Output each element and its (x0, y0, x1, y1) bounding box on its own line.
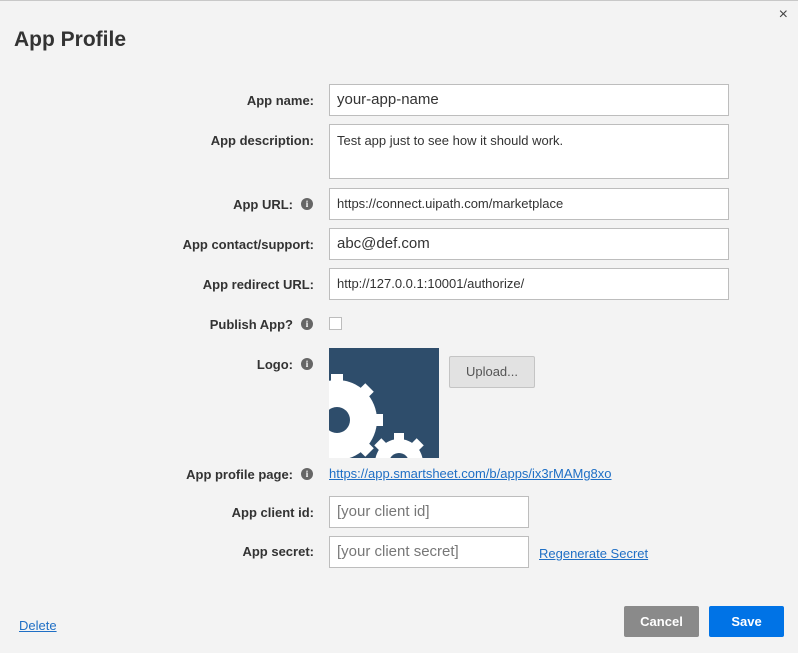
app-redirect-url-input[interactable]: http://127.0.0.1:10001/authorize/ (329, 268, 729, 300)
app-profile-page-link[interactable]: https://app.smartsheet.com/b/apps/ix3rMA… (329, 466, 612, 481)
gear-icon (329, 374, 424, 458)
logo-image (329, 348, 439, 458)
app-url-input[interactable]: https://connect.uipath.com/marketplace (329, 188, 729, 220)
app-secret-label: App secret: (242, 544, 314, 559)
app-profile-page-label: App profile page: (186, 467, 293, 482)
page-title: App Profile (14, 28, 127, 51)
app-description-textarea[interactable]: Test app just to see how it should work. (329, 124, 729, 179)
app-description-label: App description: (210, 133, 314, 148)
app-url-label: App URL: (233, 197, 293, 212)
app-name-input[interactable]: your-app-name (329, 84, 729, 116)
save-button[interactable]: Save (709, 606, 784, 637)
app-name-label: App name: (246, 93, 314, 108)
app-contact-label: App contact/support: (182, 237, 314, 252)
app-redirect-url-label: App redirect URL: (202, 277, 314, 292)
info-icon[interactable]: i (301, 468, 313, 480)
logo-label: Logo: (256, 357, 293, 372)
app-profile-dialog: × App Profile App name: your-app-name Ap… (0, 0, 798, 653)
close-icon[interactable]: × (779, 7, 788, 23)
info-icon[interactable]: i (301, 318, 313, 330)
app-contact-input[interactable]: abc@def.com (329, 228, 729, 260)
publish-app-checkbox[interactable] (329, 317, 342, 330)
delete-link[interactable]: Delete (19, 618, 57, 633)
regenerate-secret-link[interactable]: Regenerate Secret (539, 546, 648, 561)
app-client-id-input[interactable]: [your client id] (329, 496, 529, 528)
info-icon[interactable]: i (301, 198, 313, 210)
app-secret-input[interactable]: [your client secret] (329, 536, 529, 568)
cancel-button[interactable]: Cancel (624, 606, 699, 637)
upload-button[interactable]: Upload... (449, 356, 535, 388)
app-client-id-label: App client id: (231, 505, 314, 520)
publish-app-label: Publish App? (209, 317, 293, 332)
info-icon[interactable]: i (301, 358, 313, 370)
